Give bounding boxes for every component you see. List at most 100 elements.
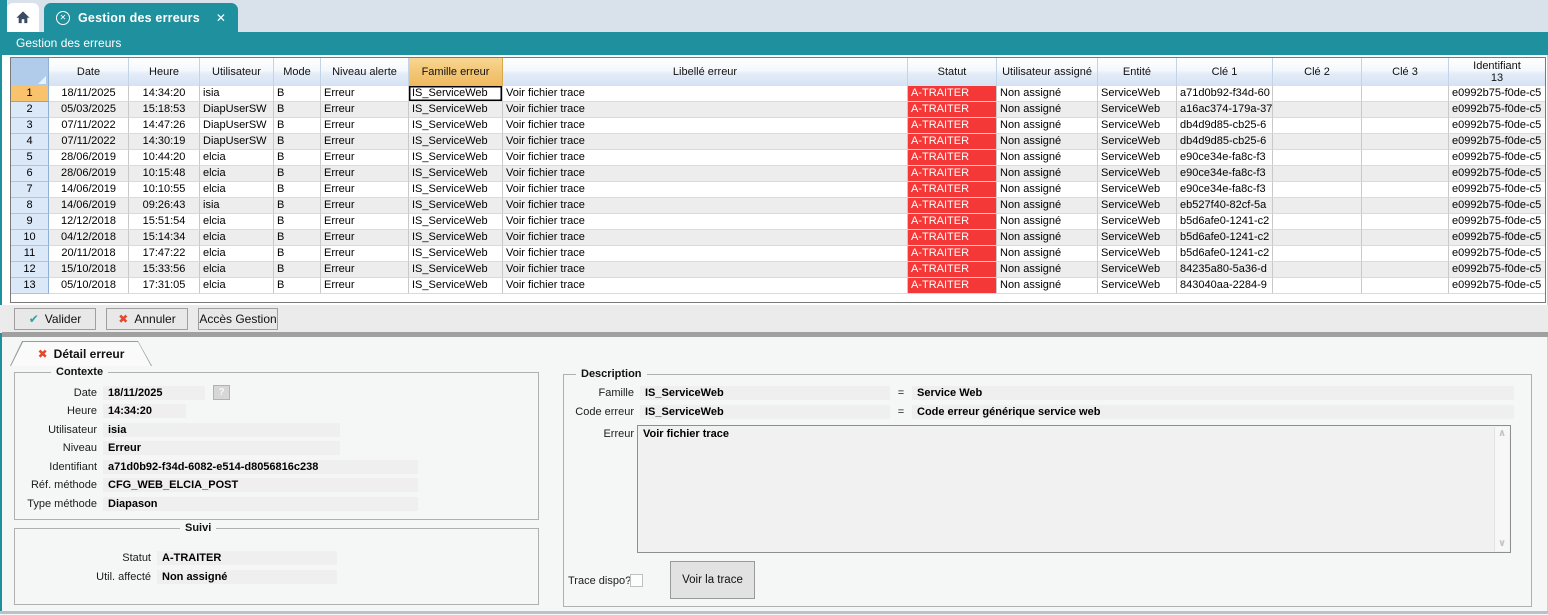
grid-cell-famille-erreur[interactable]: IS_ServiceWeb <box>409 278 503 294</box>
grid-cell-cle3[interactable] <box>1362 118 1449 134</box>
grid-cell-famille-erreur[interactable]: IS_ServiceWeb <box>409 262 503 278</box>
grid-cell-date[interactable]: 05/10/2018 <box>49 278 129 294</box>
column-header-niveau-alerte[interactable]: Niveau alerte <box>321 58 409 86</box>
grid-cell-heure[interactable]: 15:51:54 <box>129 214 200 230</box>
grid-cell-statut[interactable]: A-TRAITER <box>908 246 997 262</box>
column-header-utilisateur[interactable]: Utilisateur <box>200 58 274 86</box>
grid-cell-heure[interactable]: 17:31:05 <box>129 278 200 294</box>
grid-cell-statut[interactable]: A-TRAITER <box>908 262 997 278</box>
grid-cell-cle2[interactable] <box>1273 246 1362 262</box>
row-number-cell[interactable]: 10 <box>11 230 49 246</box>
grid-cell-identifiant[interactable]: e0992b75-f0de-c5 <box>1449 134 1545 150</box>
column-header-statut[interactable]: Statut <box>908 58 997 86</box>
grid-cell-cle2[interactable] <box>1273 214 1362 230</box>
grid-cell-utilisateur[interactable]: elcia <box>200 166 274 182</box>
grid-cell-identifiant[interactable]: e0992b75-f0de-c5 <box>1449 166 1545 182</box>
grid-cell-niveau-alerte[interactable]: Erreur <box>321 166 409 182</box>
grid-cell-identifiant[interactable]: e0992b75-f0de-c5 <box>1449 214 1545 230</box>
grid-cell-statut[interactable]: A-TRAITER <box>908 182 997 198</box>
table-row[interactable]: 9 12/12/2018 15:51:54 elcia B Erreur IS_… <box>11 214 1545 230</box>
grid-cell-famille-erreur[interactable]: IS_ServiceWeb <box>409 86 503 102</box>
tab-detail-erreur-inner[interactable]: ✖ Détail erreur <box>11 342 151 366</box>
grid-cell-niveau-alerte[interactable]: Erreur <box>321 150 409 166</box>
home-tab[interactable] <box>7 3 39 32</box>
grid-cell-date[interactable]: 15/10/2018 <box>49 262 129 278</box>
row-number-cell[interactable]: 11 <box>11 246 49 262</box>
row-number-cell[interactable]: 12 <box>11 262 49 278</box>
grid-cell-identifiant[interactable]: e0992b75-f0de-c5 <box>1449 102 1545 118</box>
grid-cell-cle1[interactable]: eb527f40-82cf-5a <box>1177 198 1273 214</box>
grid-cell-entite[interactable]: ServiceWeb <box>1098 278 1177 294</box>
grid-cell-cle1[interactable]: e90ce34e-fa8c-f3 <box>1177 150 1273 166</box>
table-row[interactable]: 6 28/06/2019 10:15:48 elcia B Erreur IS_… <box>11 166 1545 182</box>
grid-cell-date[interactable]: 12/12/2018 <box>49 214 129 230</box>
grid-cell-statut[interactable]: A-TRAITER <box>908 102 997 118</box>
grid-cell-cle3[interactable] <box>1362 182 1449 198</box>
grid-cell-cle2[interactable] <box>1273 182 1362 198</box>
grid-cell-utilisateur[interactable]: elcia <box>200 214 274 230</box>
grid-cell-entite[interactable]: ServiceWeb <box>1098 102 1177 118</box>
identifiant-field[interactable]: a71d0b92-f34d-6082-e514-d8056816c238 <box>103 460 418 474</box>
grid-cell-statut[interactable]: A-TRAITER <box>908 214 997 230</box>
grid-cell-mode[interactable]: B <box>274 246 321 262</box>
annuler-button[interactable]: ✖ Annuler <box>106 308 188 330</box>
grid-cell-utilisateur-assigne[interactable]: Non assigné <box>997 150 1098 166</box>
grid-cell-libelle-erreur[interactable]: Voir fichier trace <box>503 118 908 134</box>
grid-cell-date[interactable]: 07/11/2022 <box>49 118 129 134</box>
grid-cell-cle2[interactable] <box>1273 118 1362 134</box>
grid-cell-mode[interactable]: B <box>274 262 321 278</box>
grid-cell-niveau-alerte[interactable]: Erreur <box>321 102 409 118</box>
table-row[interactable]: 8 14/06/2019 09:26:43 isia B Erreur IS_S… <box>11 198 1545 214</box>
grid-cell-utilisateur[interactable]: DiapUserSW <box>200 134 274 150</box>
grid-cell-libelle-erreur[interactable]: Voir fichier trace <box>503 246 908 262</box>
code-erreur-description-field[interactable]: Code erreur générique service web <box>912 405 1514 419</box>
grid-cell-cle2[interactable] <box>1273 198 1362 214</box>
row-number-cell[interactable]: 13 <box>11 278 49 294</box>
grid-cell-libelle-erreur[interactable]: Voir fichier trace <box>503 278 908 294</box>
grid-cell-libelle-erreur[interactable]: Voir fichier trace <box>503 230 908 246</box>
grid-cell-mode[interactable]: B <box>274 182 321 198</box>
code-erreur-field[interactable]: IS_ServiceWeb <box>640 405 890 419</box>
grid-cell-statut[interactable]: A-TRAITER <box>908 230 997 246</box>
grid-cell-niveau-alerte[interactable]: Erreur <box>321 214 409 230</box>
grid-cell-famille-erreur[interactable]: IS_ServiceWeb <box>409 134 503 150</box>
voir-la-trace-button[interactable]: Voir la trace <box>670 561 755 599</box>
row-number-cell[interactable]: 3 <box>11 118 49 134</box>
grid-cell-cle3[interactable] <box>1362 86 1449 102</box>
grid-cell-mode[interactable]: B <box>274 230 321 246</box>
grid-cell-libelle-erreur[interactable]: Voir fichier trace <box>503 182 908 198</box>
grid-cell-libelle-erreur[interactable]: Voir fichier trace <box>503 86 908 102</box>
column-header-identifiant[interactable]: Identifiant 13 <box>1449 58 1545 86</box>
grid-cell-cle1[interactable]: e90ce34e-fa8c-f3 <box>1177 182 1273 198</box>
grid-cell-utilisateur-assigne[interactable]: Non assigné <box>997 118 1098 134</box>
table-row[interactable]: 11 20/11/2018 17:47:22 elcia B Erreur IS… <box>11 246 1545 262</box>
grid-cell-date[interactable]: 14/06/2019 <box>49 198 129 214</box>
grid-cell-statut[interactable]: A-TRAITER <box>908 150 997 166</box>
grid-cell-utilisateur[interactable]: isia <box>200 86 274 102</box>
grid-cell-libelle-erreur[interactable]: Voir fichier trace <box>503 166 908 182</box>
grid-cell-utilisateur[interactable]: isia <box>200 198 274 214</box>
grid-cell-identifiant[interactable]: e0992b75-f0de-c5 <box>1449 198 1545 214</box>
grid-cell-mode[interactable]: B <box>274 134 321 150</box>
grid-cell-heure[interactable]: 14:30:19 <box>129 134 200 150</box>
grid-cell-utilisateur-assigne[interactable]: Non assigné <box>997 86 1098 102</box>
grid-cell-cle1[interactable]: a16ac374-179a-37 <box>1177 102 1273 118</box>
grid-cell-entite[interactable]: ServiceWeb <box>1098 134 1177 150</box>
column-header-utilisateur-assigne[interactable]: Utilisateur assigné <box>997 58 1098 86</box>
grid-cell-utilisateur-assigne[interactable]: Non assigné <box>997 182 1098 198</box>
grid-cell-cle2[interactable] <box>1273 134 1362 150</box>
grid-cell-date[interactable]: 28/06/2019 <box>49 150 129 166</box>
grid-cell-libelle-erreur[interactable]: Voir fichier trace <box>503 214 908 230</box>
grid-cell-famille-erreur[interactable]: IS_ServiceWeb <box>409 166 503 182</box>
grid-cell-heure[interactable]: 15:33:56 <box>129 262 200 278</box>
grid-cell-heure[interactable]: 14:34:20 <box>129 86 200 102</box>
grid-cell-cle1[interactable]: e90ce34e-fa8c-f3 <box>1177 166 1273 182</box>
grid-cell-identifiant[interactable]: e0992b75-f0de-c5 <box>1449 262 1545 278</box>
grid-cell-identifiant[interactable]: e0992b75-f0de-c5 <box>1449 278 1545 294</box>
grid-cell-niveau-alerte[interactable]: Erreur <box>321 134 409 150</box>
scroll-down-icon[interactable]: ∨ <box>1498 539 1506 549</box>
grid-cell-statut[interactable]: A-TRAITER <box>908 134 997 150</box>
grid-cell-utilisateur-assigne[interactable]: Non assigné <box>997 198 1098 214</box>
grid-cell-mode[interactable]: B <box>274 278 321 294</box>
grid-cell-statut[interactable]: A-TRAITER <box>908 118 997 134</box>
